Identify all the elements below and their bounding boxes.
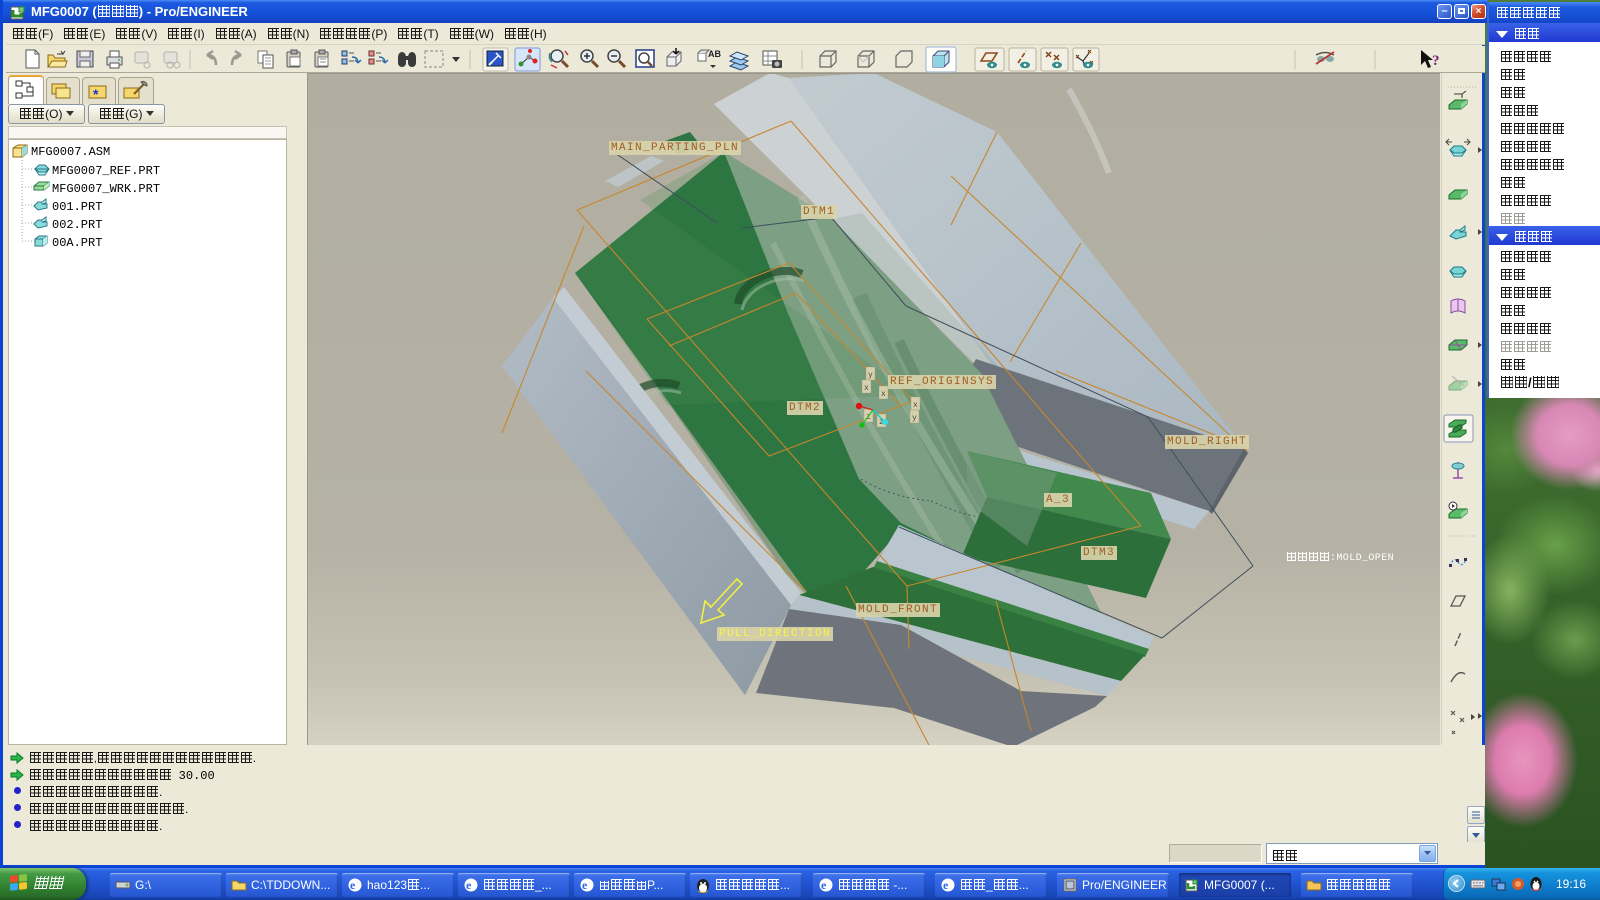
svg-text:x: x <box>913 401 918 410</box>
svg-text:e: e <box>943 878 949 892</box>
svg-text:*: * <box>93 86 99 102</box>
svg-text:e: e <box>466 878 472 892</box>
svg-text:x: x <box>881 390 886 399</box>
svg-text:e: e <box>350 878 356 892</box>
svg-text:x: x <box>864 384 869 393</box>
svg-text:?: ? <box>1432 53 1440 69</box>
svg-text:AB: AB <box>708 49 721 59</box>
svg-text:y: y <box>868 371 873 380</box>
svg-text:y: y <box>912 414 917 423</box>
svg-text:e: e <box>582 878 588 892</box>
svg-text:e: e <box>821 878 827 892</box>
